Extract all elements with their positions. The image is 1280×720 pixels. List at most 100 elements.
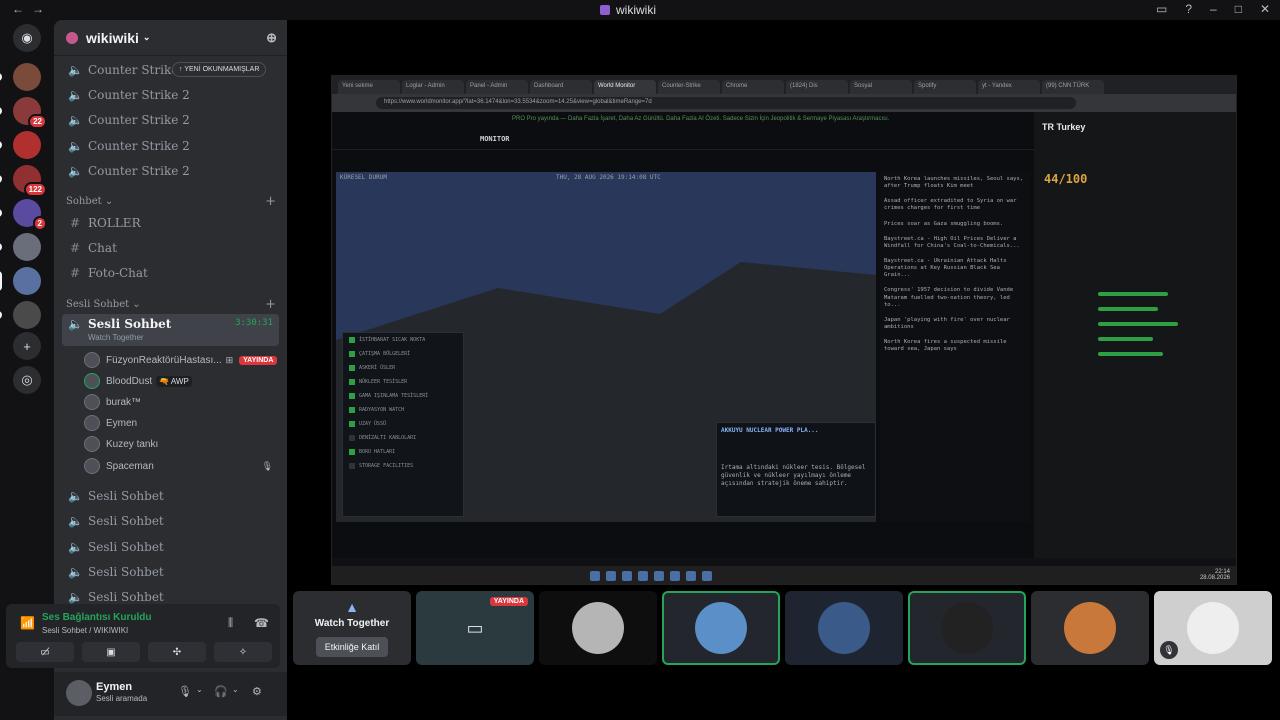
country-name: TR Turkey: [1042, 122, 1086, 132]
watch-together-tile[interactable]: ▲ Watch Together Etkinliğe Katıl: [293, 591, 411, 665]
inbox-icon[interactable]: ▭: [1156, 2, 1167, 16]
server-icon[interactable]: [0, 131, 41, 159]
url-field[interactable]: https://www.worldmonitor.app/?lat=36.147…: [376, 97, 1076, 109]
browser-tab[interactable]: yt - Yandex: [978, 80, 1040, 94]
browser-tab[interactable]: Dashboard: [530, 80, 592, 94]
voice-user[interactable]: Spaceman 🎙: [84, 456, 279, 476]
browser-tab[interactable]: (99) CNN TÜRK: [1042, 80, 1104, 94]
stream-tile[interactable]: YAYINDA ▭: [416, 591, 534, 665]
guild-icon: [66, 31, 78, 44]
settings-gear-icon[interactable]: ⚙: [252, 685, 262, 698]
browser-tab[interactable]: Chrome: [722, 80, 784, 94]
participant-tile[interactable]: 🎙: [1154, 591, 1272, 665]
speaker-icon: 🔈: [68, 88, 83, 102]
unread-indicator: [0, 243, 2, 251]
voice-connection-panel: 📶 Ses Bağlantısı Kuruldu Sesli Sohbet / …: [6, 604, 280, 668]
voice-channel[interactable]: 🔈 Sesli Sohbet: [62, 509, 279, 533]
camera-button[interactable]: ▭̸: [16, 642, 74, 662]
voice-channel[interactable]: 🔈 Sesli Sohbet: [62, 560, 279, 584]
server-icon[interactable]: [0, 233, 41, 261]
muted-icon: 🎙: [1160, 641, 1178, 659]
microphone-icon[interactable]: 🎙: [178, 685, 192, 698]
server-icon-wikiwiki[interactable]: [0, 267, 41, 295]
browser-tab[interactable]: Spotify: [914, 80, 976, 94]
connection-location[interactable]: Sesli Sohbet / WIKIWIKI: [42, 626, 128, 635]
participant-tile[interactable]: [1031, 591, 1149, 665]
text-channel-roller[interactable]: # ROLLER: [62, 211, 279, 235]
discord-home-icon[interactable]: ◉: [13, 24, 41, 52]
server-icon[interactable]: 122: [0, 165, 47, 197]
voice-user[interactable]: Eymen: [84, 413, 279, 433]
activities-button[interactable]: ✣: [148, 642, 206, 662]
maximize-icon[interactable]: □: [1235, 2, 1242, 16]
avatar[interactable]: [66, 680, 92, 706]
window-title: wikiwiki: [600, 3, 656, 17]
app-icon: [600, 5, 610, 15]
chevron-down-icon[interactable]: ⌄: [232, 685, 239, 694]
discover-icon[interactable]: ◎: [13, 366, 41, 394]
headphones-icon[interactable]: 🎧: [214, 685, 228, 698]
server-icon[interactable]: 22: [0, 97, 47, 129]
voice-channel[interactable]: 🔈 Sesli Sohbet: [62, 484, 279, 508]
help-icon[interactable]: ?: [1185, 2, 1192, 16]
guild-header[interactable]: wikiwiki ⌄ ⊕: [54, 20, 287, 56]
browser-tab[interactable]: Panel - Admin: [466, 80, 528, 94]
voice-user[interactable]: Kuzey tankı: [84, 434, 279, 454]
server-icon[interactable]: 2: [0, 199, 47, 231]
voice-user[interactable]: burak™: [84, 392, 279, 412]
participant-tile-speaking[interactable]: [662, 591, 780, 665]
server-icon[interactable]: [0, 301, 41, 329]
participant-tile[interactable]: [785, 591, 903, 665]
join-activity-button[interactable]: Etkinliğe Katıl: [316, 637, 388, 657]
indicator-bar: [1098, 322, 1178, 326]
text-channel-chat[interactable]: # Chat: [62, 236, 279, 260]
chevron-down-icon[interactable]: ⌄: [196, 685, 203, 694]
disconnect-icon[interactable]: ☎: [254, 616, 269, 630]
close-icon[interactable]: ✕: [1260, 2, 1270, 16]
invite-people-icon[interactable]: ⊕: [266, 30, 277, 46]
category-sesli-sohbet[interactable]: Sesli Sohbet ⌄ +: [66, 297, 276, 312]
participant-tile-speaking[interactable]: [908, 591, 1026, 665]
soundboard-button[interactable]: ✧: [214, 642, 272, 662]
voice-user[interactable]: BloodDust 🔫 AWP: [84, 371, 279, 391]
browser-tab[interactable]: World Monitor: [594, 80, 656, 94]
text-channel-foto-chat[interactable]: # Foto-Chat: [62, 261, 279, 285]
browser-tab[interactable]: Sosyal: [850, 80, 912, 94]
speaker-icon: 🔈: [68, 565, 83, 579]
server-icon[interactable]: [0, 63, 41, 91]
indicator-bar: [1098, 352, 1163, 356]
minimize-icon[interactable]: –: [1210, 2, 1217, 16]
app-icon: [638, 571, 648, 581]
new-unreads-pill[interactable]: ↑ YENİ OKUNMAMIŞLAR: [172, 62, 267, 77]
browser-tab[interactable]: Counter-Strike: [658, 80, 720, 94]
voice-channel[interactable]: 🔈 Counter Strike 2: [62, 83, 279, 107]
noise-suppression-icon[interactable]: ⫼: [228, 617, 233, 630]
voice-channel[interactable]: 🔈 Sesli Sohbet: [62, 535, 279, 559]
active-voice-channel[interactable]: 🔈 Sesli Sohbet 3:30:31 Watch Together: [62, 314, 279, 346]
start-icon: [590, 571, 600, 581]
avatar: [84, 373, 100, 389]
category-sohbet[interactable]: Sohbet ⌄ +: [66, 194, 276, 209]
voice-user[interactable]: FüzyonReaktörüHastası... ⊞ YAYINDA: [84, 350, 279, 370]
app-icon: [654, 571, 664, 581]
screen-share-button[interactable]: ▣: [82, 642, 140, 662]
browser-tab[interactable]: Loglar - Admin: [402, 80, 464, 94]
voice-channel[interactable]: 🔈 Counter Strike 2: [62, 134, 279, 158]
layer-row: NÜKLEER TESİSLER: [343, 375, 463, 389]
participant-tile[interactable]: [539, 591, 657, 665]
voice-channel[interactable]: 🔈 Counter Strike 2: [62, 108, 279, 132]
browser-tab[interactable]: Yeni sekme: [338, 80, 400, 94]
screen-share-view[interactable]: Yeni sekme Loglar - Admin Panel - Admin …: [331, 75, 1237, 585]
speaker-icon: 🔈: [68, 113, 83, 127]
create-channel-icon[interactable]: +: [265, 194, 276, 209]
signal-icon[interactable]: 📶: [20, 616, 35, 630]
browser-tab[interactable]: (1824) Dis: [786, 80, 848, 94]
world-map: KÜRESEL DURUM THU, 28 AUG 2026 19:14:08 …: [336, 172, 876, 522]
speaker-icon: 🔈: [68, 164, 83, 178]
avatar: [84, 436, 100, 452]
create-channel-icon[interactable]: +: [265, 297, 276, 312]
mention-badge: 122: [23, 182, 47, 197]
add-server-icon[interactable]: +: [13, 332, 41, 360]
back-forward-icons[interactable]: ←→: [12, 2, 52, 16]
voice-channel[interactable]: 🔈 Counter Strike 2: [62, 159, 279, 183]
